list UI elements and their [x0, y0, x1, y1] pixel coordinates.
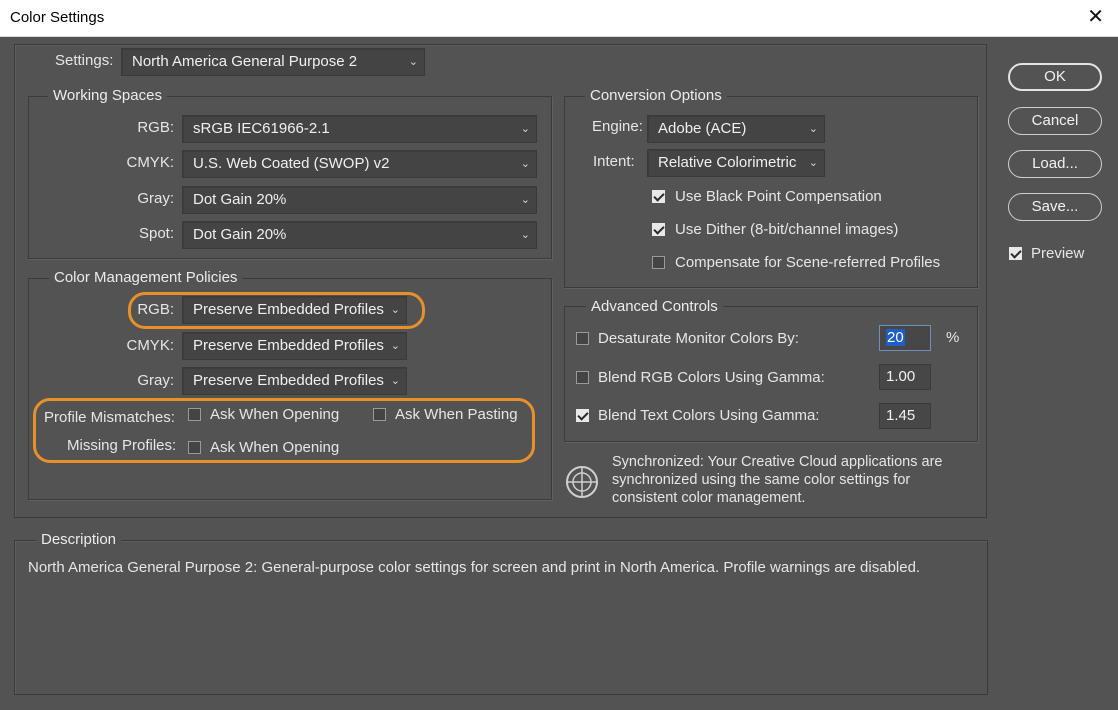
settings-label: Settings:: [55, 52, 114, 69]
advanced-title: Advanced Controls: [586, 298, 723, 315]
ws-spot-label: Spot:: [138, 225, 174, 242]
chevron-down-icon: ⌄: [808, 123, 818, 135]
desaturate-input[interactable]: 20: [879, 325, 931, 351]
working-spaces-title: Working Spaces: [48, 87, 167, 104]
blend-text-input[interactable]: 1.45: [879, 403, 931, 429]
blend-rgb-label[interactable]: Blend RGB Colors Using Gamma:: [598, 369, 825, 386]
policy-gray-value: Preserve Embedded Profiles: [193, 372, 384, 389]
load-button[interactable]: Load...: [1008, 150, 1102, 178]
chevron-down-icon: ⌄: [520, 229, 530, 241]
ws-cmyk-label: CMYK:: [126, 154, 174, 171]
blend-rgb-checkbox[interactable]: [576, 371, 589, 384]
profile-mismatches-label: Profile Mismatches:: [44, 409, 175, 426]
desaturate-label[interactable]: Desaturate Monitor Colors By:: [598, 330, 799, 347]
desaturate-unit: %: [946, 329, 960, 346]
sync-text: Synchronized: Your Creative Cloud applic…: [612, 454, 943, 506]
missing-ask-opening-label[interactable]: Ask When Opening: [210, 439, 339, 456]
policy-rgb-dropdown[interactable]: Preserve Embedded Profiles ⌄: [182, 296, 407, 324]
missing-profiles-label: Missing Profiles:: [67, 437, 177, 454]
blend-rgb-value: 1.00: [886, 368, 916, 385]
ask-opening-checkbox[interactable]: [188, 408, 201, 421]
chevron-down-icon: ⌄: [520, 158, 530, 170]
policy-rgb-value: Preserve Embedded Profiles: [193, 301, 384, 318]
ws-spot-value: Dot Gain 20%: [193, 226, 287, 243]
ask-pasting-label[interactable]: Ask When Pasting: [395, 406, 518, 423]
sync-icon: [564, 464, 600, 500]
conversion-title: Conversion Options: [585, 87, 727, 104]
engine-label: Engine:: [592, 118, 643, 135]
preview-label[interactable]: Preview: [1031, 245, 1084, 262]
settings-value: North America General Purpose 2: [132, 53, 358, 70]
chevron-down-icon: ⌄: [390, 375, 400, 387]
close-icon[interactable]: ✕: [1087, 6, 1104, 28]
chevron-down-icon: ⌄: [808, 157, 818, 169]
engine-value: Adobe (ACE): [658, 120, 747, 137]
dither-checkbox[interactable]: [652, 223, 665, 236]
cancel-button[interactable]: Cancel: [1008, 107, 1102, 135]
scene-referred-label[interactable]: Compensate for Scene-referred Profiles: [675, 254, 940, 271]
blend-rgb-input[interactable]: 1.00: [879, 364, 931, 390]
blend-text-checkbox[interactable]: [576, 409, 589, 422]
ws-cmyk-dropdown[interactable]: U.S. Web Coated (SWOP) v2 ⌄: [182, 150, 537, 178]
ok-button[interactable]: OK: [1008, 63, 1102, 91]
ask-pasting-checkbox[interactable]: [373, 408, 386, 421]
chevron-down-icon: ⌄: [390, 304, 400, 316]
ws-rgb-dropdown[interactable]: sRGB IEC61966-2.1 ⌄: [182, 115, 537, 143]
chevron-down-icon: ⌄: [520, 194, 530, 206]
policy-cmyk-label: CMYK:: [126, 337, 174, 354]
black-point-checkbox[interactable]: [652, 190, 665, 203]
policy-gray-dropdown[interactable]: Preserve Embedded Profiles ⌄: [182, 367, 407, 395]
blend-text-label[interactable]: Blend Text Colors Using Gamma:: [598, 407, 819, 424]
title-bar: Color Settings ✕: [0, 0, 1118, 37]
ask-opening-label[interactable]: Ask When Opening: [210, 406, 339, 423]
desaturate-checkbox[interactable]: [576, 332, 589, 345]
desaturate-value: 20: [886, 329, 905, 346]
intent-dropdown[interactable]: Relative Colorimetric ⌄: [647, 149, 825, 177]
policy-rgb-label: RGB:: [137, 301, 174, 318]
policies-title: Color Management Policies: [49, 269, 243, 286]
blend-text-value: 1.45: [886, 407, 916, 424]
scene-referred-checkbox[interactable]: [652, 256, 665, 269]
window-title: Color Settings: [10, 9, 105, 26]
policy-gray-label: Gray:: [137, 372, 174, 389]
black-point-label[interactable]: Use Black Point Compensation: [675, 188, 882, 205]
dither-label[interactable]: Use Dither (8-bit/channel images): [675, 221, 898, 238]
policy-cmyk-dropdown[interactable]: Preserve Embedded Profiles ⌄: [182, 332, 407, 360]
policy-cmyk-value: Preserve Embedded Profiles: [193, 337, 384, 354]
ws-gray-value: Dot Gain 20%: [193, 191, 287, 208]
intent-label: Intent:: [593, 153, 635, 170]
save-button[interactable]: Save...: [1008, 193, 1102, 221]
settings-dropdown[interactable]: North America General Purpose 2 ⌄: [121, 48, 425, 76]
preview-checkbox[interactable]: [1009, 247, 1022, 260]
chevron-down-icon: ⌄: [408, 56, 418, 68]
ws-cmyk-value: U.S. Web Coated (SWOP) v2: [193, 155, 390, 172]
chevron-down-icon: ⌄: [520, 123, 530, 135]
description-title: Description: [36, 531, 122, 548]
ws-rgb-value: sRGB IEC61966-2.1: [193, 120, 330, 137]
missing-ask-opening-checkbox[interactable]: [188, 441, 201, 454]
intent-value: Relative Colorimetric: [658, 154, 797, 171]
engine-dropdown[interactable]: Adobe (ACE) ⌄: [647, 115, 825, 143]
ws-spot-dropdown[interactable]: Dot Gain 20% ⌄: [182, 221, 537, 249]
ws-rgb-label: RGB:: [137, 119, 174, 136]
chevron-down-icon: ⌄: [390, 340, 400, 352]
ws-gray-label: Gray:: [137, 190, 174, 207]
ws-gray-dropdown[interactable]: Dot Gain 20% ⌄: [182, 186, 537, 214]
description-text: North America General Purpose 2: General…: [28, 559, 921, 576]
